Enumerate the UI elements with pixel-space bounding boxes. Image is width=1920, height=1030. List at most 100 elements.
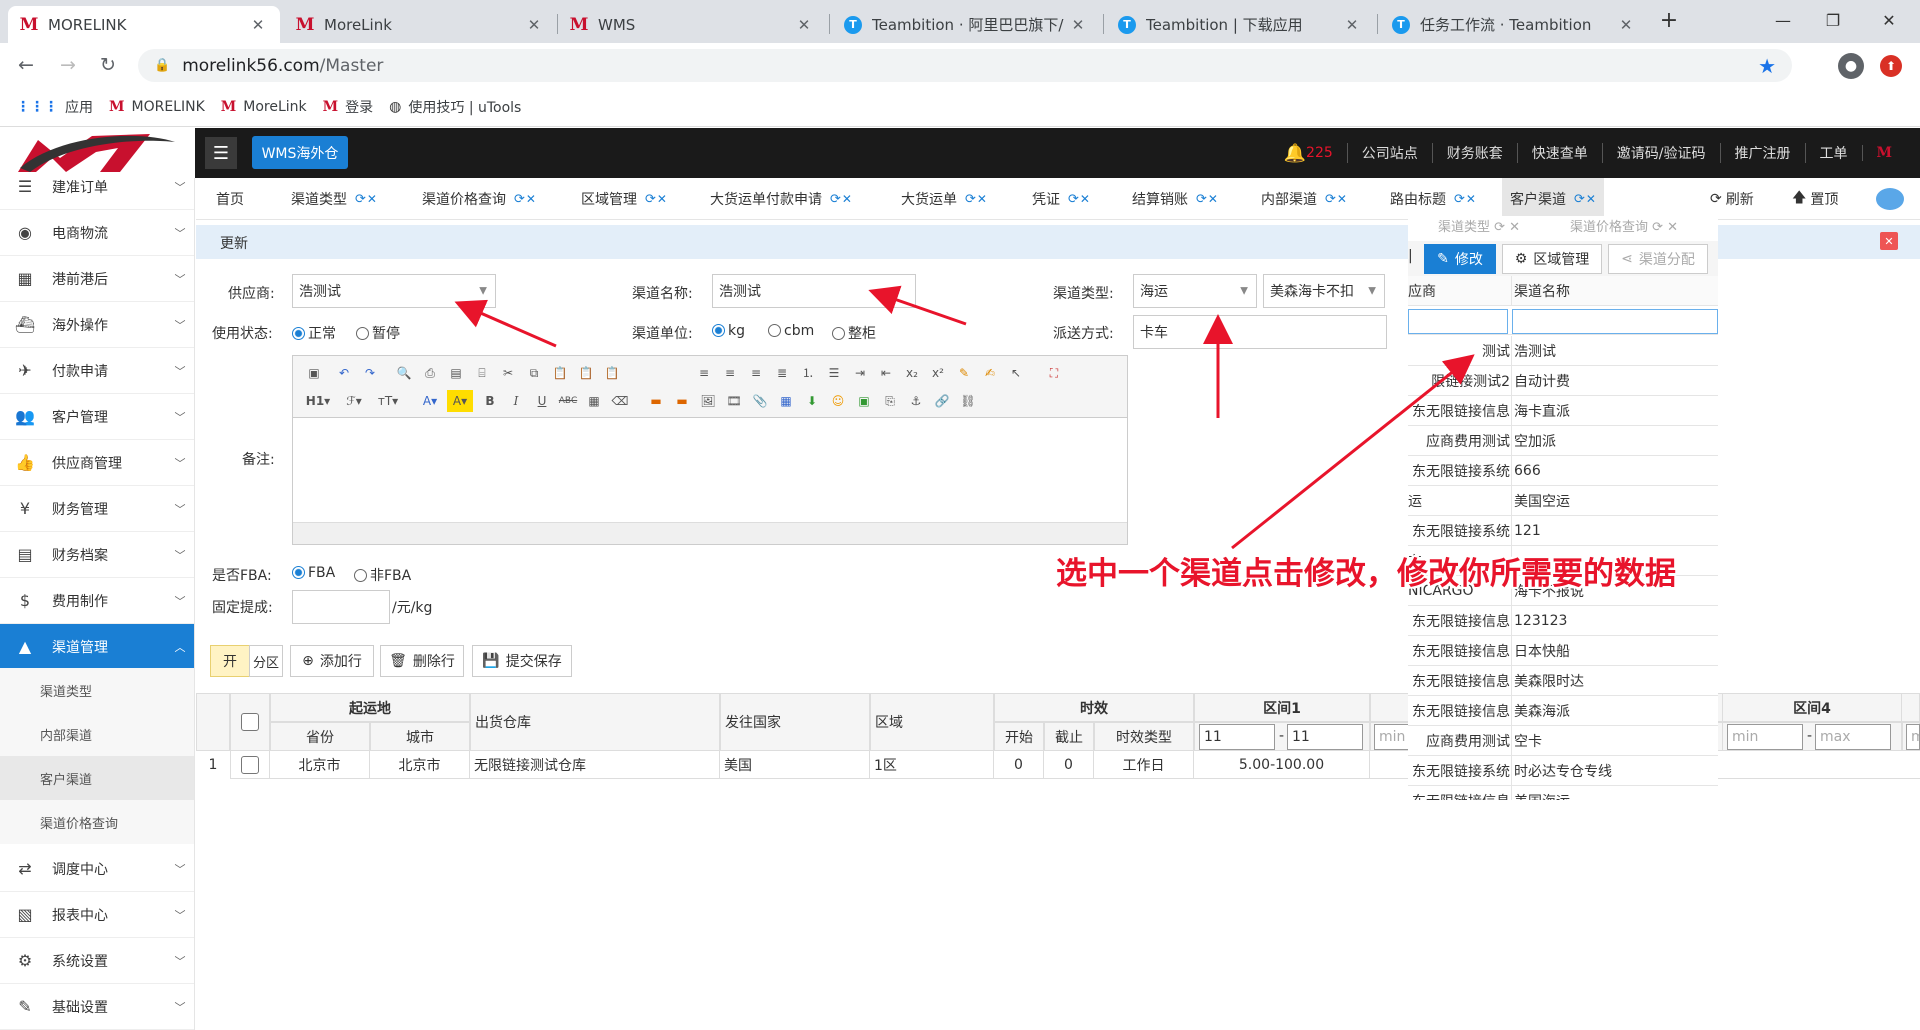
close-icon[interactable]: ✕ xyxy=(367,192,377,206)
menu-toggle-icon[interactable]: ☰ xyxy=(205,137,237,169)
refresh-icon[interactable]: ⟳ xyxy=(830,192,841,207)
format-painter-icon[interactable]: ✍ xyxy=(979,362,1001,384)
page-tab-bulk-waybill[interactable]: 大货运单 ⟳ ✕ xyxy=(901,178,987,220)
notification-count[interactable]: 225 xyxy=(1306,145,1333,161)
indent-icon[interactable]: ⇥ xyxy=(849,362,871,384)
select-all-icon[interactable]: ↖ xyxy=(1005,362,1027,384)
url-bar[interactable]: 🔒 morelink56.com/Master ★ xyxy=(138,49,1792,82)
region-manage-button[interactable]: ⚙ 区域管理 xyxy=(1502,244,1602,274)
heading-icon[interactable]: H1▾ xyxy=(303,390,333,412)
delivery-input[interactable]: 卡车 xyxy=(1133,315,1387,349)
refresh-icon[interactable]: ⟳ xyxy=(1325,192,1336,207)
emoji-icon[interactable]: ☺ xyxy=(827,390,849,412)
close-icon[interactable]: ✕ xyxy=(1337,192,1347,206)
refresh-icon[interactable]: ⟳ xyxy=(1574,192,1585,207)
unit-cbm-radio[interactable]: cbm xyxy=(768,323,814,339)
insert-col-icon[interactable]: ▬ xyxy=(671,390,693,412)
image-icon[interactable]: 🖼 xyxy=(697,390,719,412)
range1-min-input[interactable]: 11 xyxy=(1199,724,1275,750)
close-icon[interactable]: ✕ xyxy=(977,192,987,206)
sidebar-item-overseas[interactable]: ⛴ 海外操作 ﹀ xyxy=(0,302,194,348)
chat-avatar-icon[interactable] xyxy=(1876,178,1904,220)
close-icon[interactable]: ✕ xyxy=(794,16,814,34)
cell-start[interactable]: 0 xyxy=(994,751,1044,779)
strikethrough-icon[interactable]: ABC xyxy=(557,390,579,412)
clear-format-icon[interactable]: ✎ xyxy=(953,362,975,384)
minimize-button[interactable]: — xyxy=(1760,4,1806,36)
close-icon[interactable]: ✕ xyxy=(1586,192,1596,206)
status-normal-radio[interactable]: 正常 xyxy=(292,323,336,343)
pin-top-button[interactable]: 🡅 置顶 xyxy=(1792,178,1838,220)
outdent-icon[interactable]: ⇤ xyxy=(875,362,897,384)
sidebar-item-finance[interactable]: ¥ 财务管理 ﹀ xyxy=(0,486,194,532)
underline-icon[interactable]: U xyxy=(531,390,553,412)
sidebar-item-payment[interactable]: ✈ 付款申请 ﹀ xyxy=(0,348,194,394)
close-icon[interactable]: ✕ xyxy=(657,192,667,206)
undo-icon[interactable]: ↶ xyxy=(333,362,355,384)
toggle-zone-button[interactable]: 分区 xyxy=(249,645,283,677)
cell-city[interactable]: 北京市 xyxy=(370,751,470,779)
non-fba-radio[interactable]: 非FBA xyxy=(354,565,411,585)
sidebar-subitem-channel-type[interactable]: 渠道类型 xyxy=(0,668,194,712)
channel-row[interactable]: 东无限链接系统 121 xyxy=(1408,516,1718,546)
channel-row[interactable]: 东无限链接信息 海卡直派 xyxy=(1408,396,1718,426)
page-tab-region[interactable]: 区域管理 ⟳ ✕ xyxy=(581,178,667,220)
align-left-icon[interactable]: ≡ xyxy=(693,362,715,384)
font-color-icon[interactable]: A▾ xyxy=(417,390,443,412)
sidebar-subitem-channel-price[interactable]: 渠道价格查询 xyxy=(0,800,194,844)
refresh-icon[interactable]: ⟳ xyxy=(1454,192,1465,207)
fullscreen-icon[interactable]: ⛶ xyxy=(1043,362,1065,384)
template-icon[interactable]: ▤ xyxy=(445,362,467,384)
browser-tab[interactable]: M MoreLink ✕ xyxy=(284,6,556,43)
quick-search-link[interactable]: 快速查单 xyxy=(1516,143,1602,163)
add-row-button[interactable]: ⊕ 添加行 xyxy=(290,645,374,677)
modify-button[interactable]: ✎ 修改 xyxy=(1424,244,1496,274)
editor-body[interactable] xyxy=(293,418,1127,522)
page-tab-settlement[interactable]: 结算销账 ⟳ ✕ xyxy=(1132,178,1218,220)
import-icon[interactable]: ⬇ xyxy=(801,390,823,412)
sidebar-item-orders[interactable]: ☰ 建准订单 ﹀ xyxy=(0,178,194,210)
row-checkbox[interactable] xyxy=(230,751,270,779)
maximize-button[interactable]: ❐ xyxy=(1810,4,1856,36)
close-icon[interactable]: ✕ xyxy=(248,16,268,34)
eraser-icon[interactable]: ⌫ xyxy=(609,390,631,412)
sidebar-item-ecommerce[interactable]: ◉ 电商物流 ﹀ xyxy=(0,210,194,256)
close-icon[interactable]: ✕ xyxy=(1616,16,1636,34)
browser-tab[interactable]: M MORELINK ✕ xyxy=(8,6,280,43)
code-icon[interactable]: ⌸ xyxy=(471,362,493,384)
supplier-select[interactable]: 浩测试 ▼ xyxy=(292,274,496,308)
sidebar-item-finance-archive[interactable]: ▤ 财务档案 ﹀ xyxy=(0,532,194,578)
submit-save-button[interactable]: 💾 提交保存 xyxy=(472,645,572,677)
commission-input[interactable] xyxy=(292,590,390,624)
bookmark-morelink-upper[interactable]: M MORELINK xyxy=(109,99,205,115)
page-break-icon[interactable]: ⎘ xyxy=(879,390,901,412)
insert-row-icon[interactable]: ▬ xyxy=(645,390,667,412)
cell-end[interactable]: 0 xyxy=(1044,751,1094,779)
close-icon[interactable]: ✕ xyxy=(842,192,852,206)
window-close-button[interactable]: ✕ xyxy=(1866,4,1912,36)
bookmark-morelink[interactable]: M MoreLink xyxy=(221,99,307,115)
supplier-filter-input[interactable] xyxy=(1408,309,1508,334)
redo-icon[interactable]: ↷ xyxy=(359,362,381,384)
close-icon[interactable]: ✕ xyxy=(1068,16,1088,34)
back-arrow-icon[interactable]: ← xyxy=(14,53,38,77)
range1-max-input[interactable]: 11 xyxy=(1287,724,1363,750)
range4-min-input[interactable]: min xyxy=(1727,724,1803,750)
page-tab-payment-request[interactable]: 大货运单付款申请 ⟳ ✕ xyxy=(710,178,852,220)
finance-ledger-link[interactable]: 财务账套 xyxy=(1431,143,1517,163)
subscript-icon[interactable]: x₂ xyxy=(901,362,923,384)
channel-name-input[interactable]: 浩测试 xyxy=(712,274,916,308)
close-icon[interactable]: ✕ xyxy=(524,16,544,34)
highlight-icon[interactable]: A▾ xyxy=(447,390,473,412)
sidebar-item-channels[interactable]: ▲ 渠道管理 ︿ xyxy=(0,624,194,670)
page-tab-channel-type[interactable]: 渠道类型 ⟳ ✕ xyxy=(291,178,377,220)
paste-word-icon[interactable]: 📋 xyxy=(601,362,623,384)
bookmark-utools[interactable]: ◍ 使用技巧 | uTools xyxy=(389,97,521,117)
profile-avatar-icon[interactable]: ● xyxy=(1838,53,1864,79)
close-icon[interactable]: ✕ xyxy=(1342,16,1362,34)
cell-province[interactable]: 北京市 xyxy=(270,751,370,779)
reload-icon[interactable]: ↻ xyxy=(96,53,120,77)
close-icon[interactable]: ✕ xyxy=(1080,192,1090,206)
ticket-link[interactable]: 工单 xyxy=(1804,143,1862,163)
italic-icon[interactable]: I xyxy=(505,390,527,412)
